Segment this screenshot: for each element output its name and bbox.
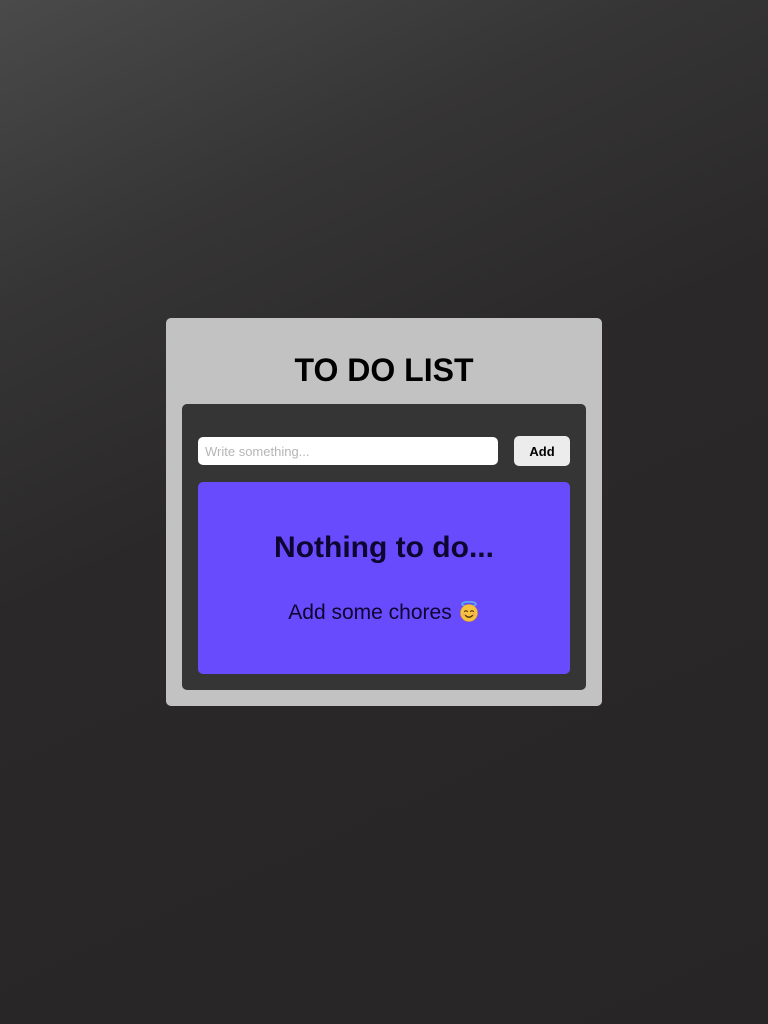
todo-app-card: TO DO LIST Add Nothing to do... Add some… bbox=[166, 318, 602, 706]
empty-state: Nothing to do... Add some chores bbox=[198, 482, 570, 674]
smiling-face-with-halo-icon bbox=[458, 600, 480, 622]
empty-state-message: Add some chores bbox=[198, 600, 570, 626]
todo-panel: Add Nothing to do... Add some chores bbox=[182, 404, 586, 690]
task-input[interactable] bbox=[198, 437, 498, 465]
app-title: TO DO LIST bbox=[294, 352, 474, 388]
empty-state-message-text: Add some chores bbox=[288, 601, 452, 624]
empty-state-heading: Nothing to do... bbox=[274, 531, 494, 564]
add-button[interactable]: Add bbox=[514, 436, 570, 466]
